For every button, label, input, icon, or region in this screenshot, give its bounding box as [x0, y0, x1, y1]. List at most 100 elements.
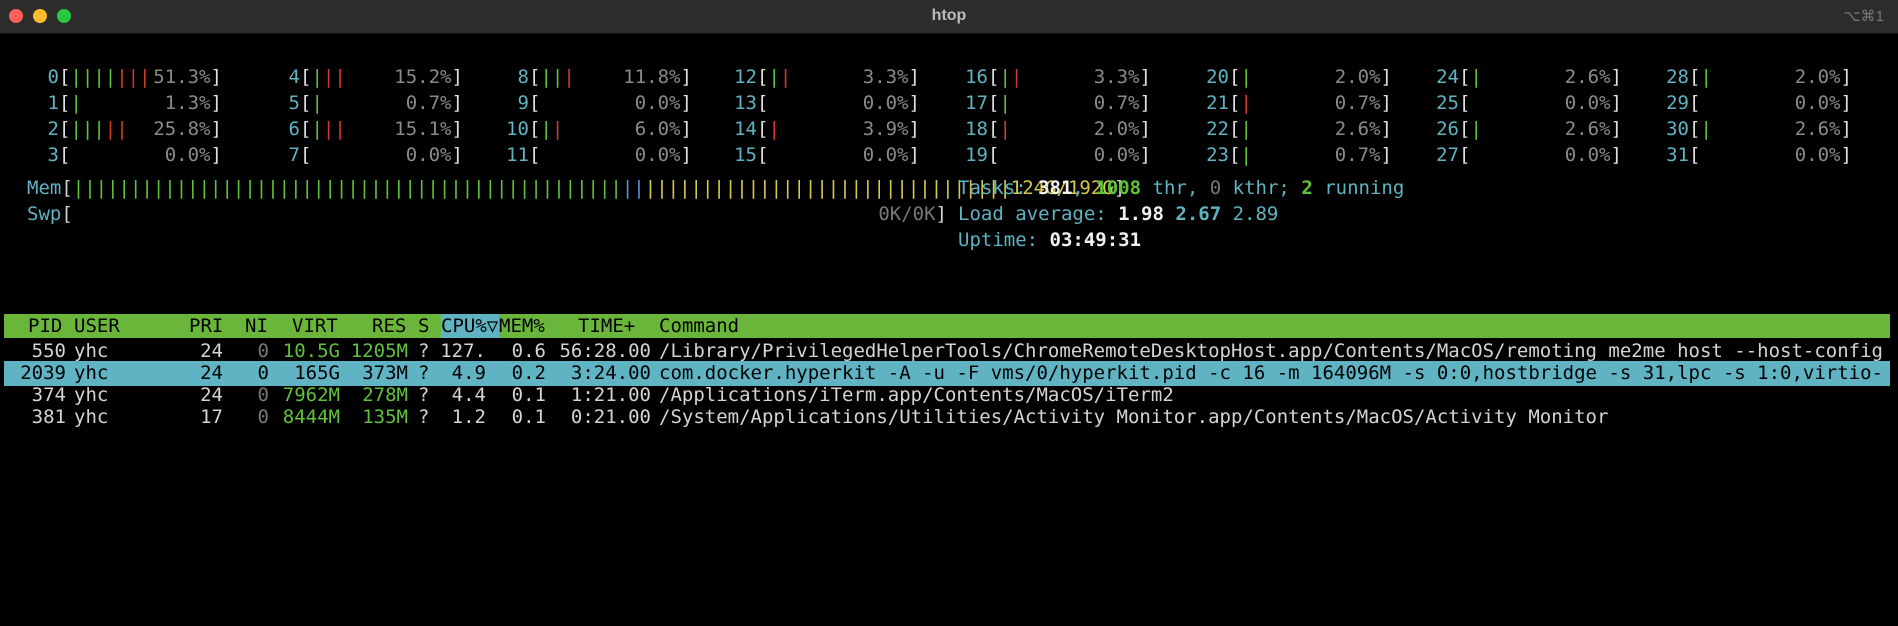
cpu-percent: 6.0% [634, 118, 681, 140]
uptime-line: Uptime: 03:49:31 [958, 229, 1142, 251]
cpu-id: 12 [734, 66, 757, 88]
swp-value: 0K/0K [878, 203, 936, 225]
cpu-id: 15 [734, 144, 757, 166]
cpu-percent: 0.0% [1794, 92, 1841, 114]
process-time: 0:21.00 [570, 406, 651, 428]
cpu-meter-17: 17[| 0.7%] [956, 90, 1151, 116]
cpu-percent: 3.3% [862, 66, 909, 88]
cpu-meter-6: 6[||| 15.1%] [268, 116, 463, 142]
col-s[interactable]: S [418, 314, 429, 338]
cpu-meter-30: 30[| 2.6%] [1657, 116, 1852, 142]
cpu-percent: 2.6% [1334, 118, 1381, 140]
cpu-meter-3: 3[0.0%] [27, 142, 222, 168]
process-row[interactable]: 381 yhc 17 0 8444M 135M? 1.2 0.1 0:21.00/System/… [4, 405, 1890, 430]
cpu-percent: 0.0% [862, 92, 909, 114]
cpu-percent: 3.3% [1093, 66, 1140, 88]
swp-label: Swp [27, 203, 62, 225]
cpu-percent: 2.0% [1794, 66, 1841, 88]
cpu-id: 25 [1436, 92, 1459, 114]
col-ni[interactable]: NI [245, 314, 268, 338]
cpu-id: 14 [734, 118, 757, 140]
cpu-meter-20: 20[| 2.0%] [1197, 64, 1392, 90]
col-res[interactable]: RES [372, 314, 406, 338]
process-mem: 0.1 [511, 406, 546, 428]
cpu-id: 29 [1666, 92, 1689, 114]
cpu-meter-8: 8[||| 11.8%] [497, 64, 692, 90]
cpu-meter-1: 1[| 1.3%] [27, 90, 222, 116]
load-average-line: Load average: 1.98 2.67 2.89 [958, 203, 1279, 225]
process-res: 135M [362, 406, 408, 428]
cpu-id: 2 [47, 118, 59, 140]
col-command[interactable]: Command [659, 314, 739, 338]
col-user[interactable]: USER [74, 314, 120, 338]
cpu-meter-16: 16[|| 3.3%] [956, 64, 1151, 90]
cpu-meter-29: 29[0.0%] [1657, 90, 1852, 116]
cpu-meter-25: 25[0.0%] [1427, 90, 1622, 116]
swp-meter: Swp[0K/0K] [27, 203, 947, 225]
cpu-meter-28: 28[| 2.0%] [1657, 64, 1852, 90]
cpu-id: 31 [1666, 144, 1689, 166]
cpu-percent: 0.7% [1093, 92, 1140, 114]
cpu-percent: 15.2% [394, 66, 452, 88]
cpu-meter-24: 24[| 2.6%] [1427, 64, 1622, 90]
process-ni: 0 [257, 406, 269, 428]
mem-label: Mem [27, 177, 62, 199]
cpu-meter-10: 10[|| 6.0%] [497, 116, 692, 142]
col-time[interactable]: TIME+ [578, 314, 635, 338]
window-shortcut: ⌥⌘1 [1843, 8, 1884, 25]
cpu-meter-4: 4[||| 15.2%] [268, 64, 463, 90]
cpu-percent: 15.1% [394, 118, 452, 140]
col-pri[interactable]: PRI [189, 314, 223, 338]
cpu-meter-5: 5[| 0.7%] [268, 90, 463, 116]
col-virt[interactable]: VIRT [292, 314, 338, 338]
cpu-id: 27 [1436, 144, 1459, 166]
process-virt: 8444M [282, 406, 340, 428]
cpu-meter-9: 9[0.0%] [497, 90, 692, 116]
cpu-percent: 0.0% [634, 144, 681, 166]
cpu-percent: 0.0% [1564, 92, 1611, 114]
cpu-id: 28 [1666, 66, 1689, 88]
cpu-id: 21 [1206, 92, 1229, 114]
cpu-percent: 51.3% [153, 66, 211, 88]
window-title: htop [931, 7, 967, 24]
cpu-percent: 0.0% [1794, 144, 1841, 166]
process-table-header: PID USER PRI NI VIRT RES S CPU%▽ MEM% TI… [4, 314, 1890, 338]
cpu-id: 6 [288, 118, 300, 140]
cpu-id: 22 [1206, 118, 1229, 140]
cpu-meter-14: 14[| 3.9%] [725, 116, 920, 142]
cpu-id: 17 [965, 92, 988, 114]
cpu-id: 11 [506, 144, 529, 166]
process-pid: 381 [31, 406, 66, 428]
cpu-id: 7 [288, 144, 300, 166]
cpu-percent: 25.8% [153, 118, 211, 140]
cpu-percent: 2.0% [1093, 118, 1140, 140]
col-cpu-sorted[interactable]: CPU%▽ [441, 314, 499, 338]
cpu-meter-27: 27[0.0%] [1427, 142, 1622, 168]
col-mem[interactable]: MEM% [499, 314, 545, 338]
process-cpu: 1.2 [451, 406, 486, 428]
cpu-id: 19 [965, 144, 988, 166]
cpu-id: 8 [517, 66, 529, 88]
cpu-meter-23: 23[| 0.7%] [1197, 142, 1392, 168]
process-cmd: /System/Applications/Utilities/Activity … [659, 406, 1609, 428]
cpu-meter-13: 13[0.0%] [725, 90, 920, 116]
process-s: ? [418, 406, 430, 428]
cpu-id: 9 [517, 92, 529, 114]
cpu-meter-22: 22[| 2.6%] [1197, 116, 1392, 142]
window-titlebar: htop ⌥⌘1 [0, 0, 1898, 34]
cpu-id: 3 [47, 144, 59, 166]
cpu-meter-7: 7[0.0%] [268, 142, 463, 168]
cpu-id: 5 [288, 92, 300, 114]
cpu-id: 20 [1206, 66, 1229, 88]
terminal-area[interactable]: 0[||||||| 51.3%] 1[| 1.3%] 2[||||| 25.8%] 3[0.… [0, 34, 1898, 428]
cpu-percent: 3.9% [862, 118, 909, 140]
process-pri: 17 [200, 406, 223, 428]
cpu-percent: 0.0% [405, 144, 452, 166]
process-user: yhc [74, 406, 109, 428]
col-pid[interactable]: PID [28, 314, 62, 338]
cpu-percent: 2.6% [1564, 66, 1611, 88]
cpu-id: 24 [1436, 66, 1459, 88]
tasks-line: Tasks: 381, 1008 thr, 0 kthr; 2 running [958, 177, 1405, 199]
cpu-meter-0: 0[||||||| 51.3%] [27, 64, 222, 90]
cpu-percent: 11.8% [623, 66, 681, 88]
